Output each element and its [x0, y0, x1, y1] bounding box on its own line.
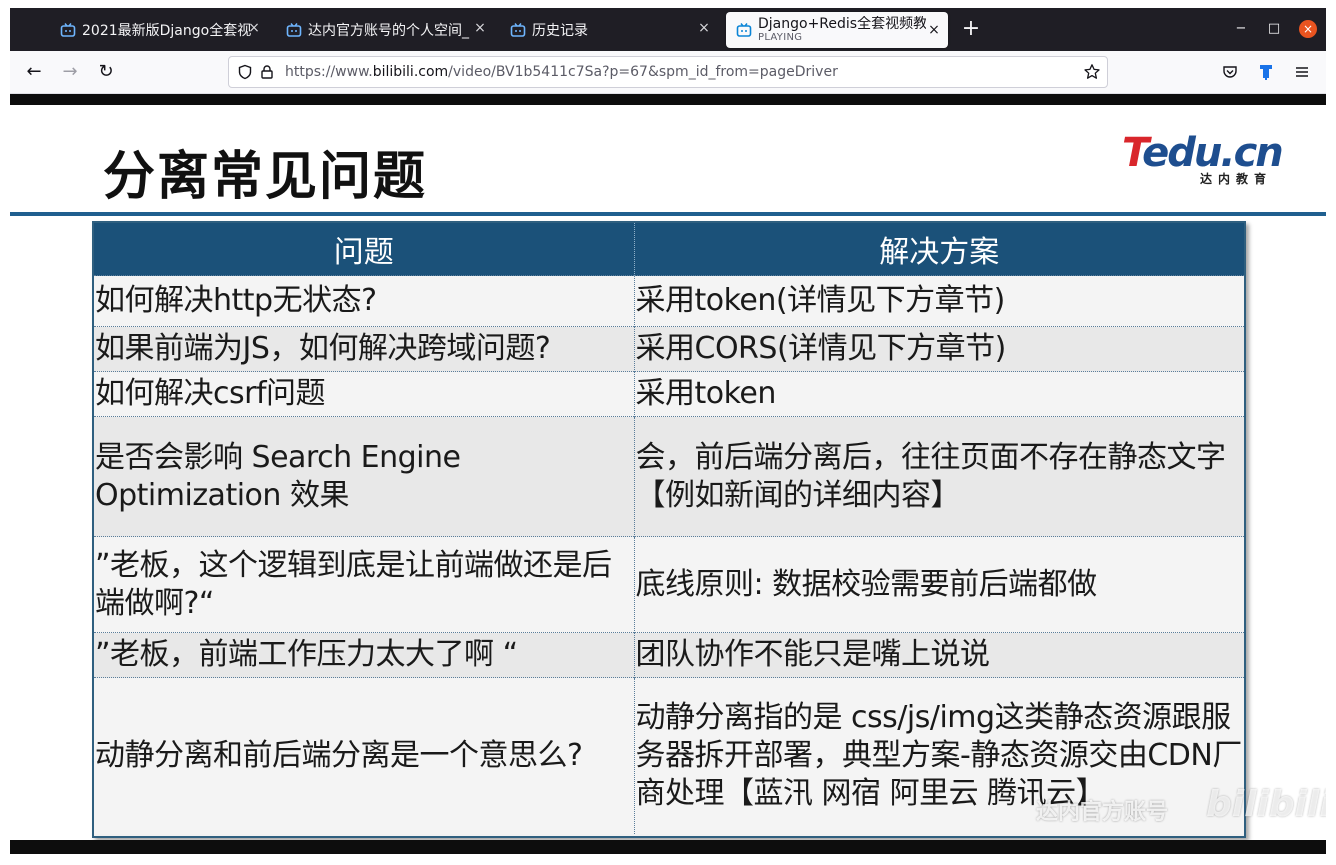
- slide-title: 分离常见问题: [103, 147, 428, 207]
- question-cell: ”老板，前端工作压力太大了啊 “: [94, 632, 635, 678]
- tab-label: 达内官方账号的个人空间_: [308, 23, 469, 39]
- navigation-toolbar: ← → ↻ https://www.bilibili.com/video/BV1…: [10, 51, 1326, 94]
- header-solution: 解决方案: [634, 223, 1244, 276]
- menu-hamburger-icon[interactable]: [1292, 62, 1312, 82]
- bookmark-star-icon[interactable]: [1083, 63, 1101, 81]
- logo-t: T: [1122, 130, 1144, 176]
- tab-django-course[interactable]: 2021最新版Django全套视 ×: [50, 14, 268, 46]
- tab-history[interactable]: 历史记录 ×: [500, 14, 718, 46]
- tab-close-icon[interactable]: ×: [472, 20, 488, 36]
- tab-label: 2021最新版Django全套视: [82, 23, 252, 39]
- tab-label: 历史记录: [532, 23, 588, 39]
- qa-table: 问题 解决方案 如何解决http无状态? 采用token(详情见下方章节) 如果…: [94, 223, 1244, 834]
- table-row: 如何解决csrf问题 采用token: [94, 371, 1244, 417]
- url-path: /video/BV1b5411c7Sa?p=67&spm_id_from=pag…: [448, 64, 838, 80]
- table-row: 如果前端为JS，如何解决跨域问题? 采用CORS(详情见下方章节): [94, 326, 1244, 372]
- question-cell: 如何解决csrf问题: [94, 371, 635, 417]
- tab-strip: 2021最新版Django全套视 × 达内官方账号的个人空间_ × 历史记录 ×…: [10, 8, 1326, 51]
- tab-label: Django+Redis全套视频教: [758, 16, 926, 32]
- answer-cell: 会，前后端分离后，往往页面不存在静态文字【例如新闻的详细内容】: [634, 416, 1244, 537]
- bilibili-tv-icon: [510, 23, 526, 37]
- question-cell: 如何解决http无状态?: [94, 275, 635, 327]
- qa-table-container: 问题 解决方案 如何解决http无状态? 采用token(详情见下方章节) 如果…: [92, 221, 1246, 838]
- answer-cell: 团队协作不能只是嘴上说说: [634, 632, 1244, 678]
- tab-close-icon[interactable]: ×: [246, 20, 262, 36]
- reload-button[interactable]: ↻: [96, 62, 116, 82]
- tab-personal-space[interactable]: 达内官方账号的个人空间_ ×: [276, 14, 494, 46]
- answer-cell: 采用token(详情见下方章节): [634, 275, 1244, 327]
- table-row: ”老板，前端工作压力太大了啊 “ 团队协作不能只是嘴上说说: [94, 632, 1244, 678]
- question-cell: ”老板，这个逻辑到底是让前端做还是后端做啊?“: [94, 536, 635, 633]
- answer-cell: 采用CORS(详情见下方章节): [634, 326, 1244, 372]
- lock-icon[interactable]: [257, 62, 277, 82]
- logo-subtitle: 达内教育: [1200, 172, 1273, 186]
- video-player[interactable]: 分离常见问题 Tedu.cn 达内教育 问题 解决方案 如何解决http无状态?…: [10, 94, 1326, 857]
- window-close-button[interactable]: ×: [1299, 20, 1317, 38]
- forward-button[interactable]: →: [60, 62, 80, 82]
- bilibili-tv-icon: [736, 23, 752, 37]
- minimize-button[interactable]: −: [1232, 20, 1250, 38]
- tab-close-icon[interactable]: ×: [926, 22, 942, 38]
- tab-title: Django+Redis全套视频教 PLAYING: [758, 16, 926, 44]
- back-button[interactable]: ←: [24, 62, 44, 82]
- bilibili-tv-icon: [286, 23, 302, 37]
- question-cell: 如果前端为JS，如何解决跨域问题?: [94, 326, 635, 372]
- answer-cell: 底线原则: 数据校验需要前后端都做: [634, 536, 1244, 633]
- table-row: 是否会影响 Search Engine Optimization 效果 会，前后…: [94, 416, 1244, 537]
- title-divider: [10, 212, 1326, 216]
- url-text[interactable]: https://www.bilibili.com/video/BV1b5411c…: [285, 64, 838, 80]
- tab-close-icon[interactable]: ×: [696, 20, 712, 36]
- tab-playing-indicator: PLAYING: [758, 32, 803, 43]
- bilibili-watermark: bilibili: [1206, 784, 1326, 825]
- table-row: 如何解决http无状态? 采用token(详情见下方章节): [94, 275, 1244, 327]
- uploader-watermark: 达内官方账号: [1036, 800, 1169, 825]
- extension-icon[interactable]: [1256, 62, 1276, 82]
- answer-cell: 采用token: [634, 371, 1244, 417]
- table-row: ”老板，这个逻辑到底是让前端做还是后端做啊?“ 底线原则: 数据校验需要前后端都…: [94, 536, 1244, 633]
- url-host: bilibili.com: [372, 64, 449, 80]
- tedu-logo: Tedu.cn 达内教育: [1122, 130, 1284, 186]
- new-tab-button[interactable]: +: [960, 18, 982, 40]
- address-bar[interactable]: https://www.bilibili.com/video/BV1b5411c…: [228, 56, 1108, 88]
- question-cell: 动静分离和前后端分离是一个意思么?: [94, 677, 635, 834]
- header-question: 问题: [94, 223, 635, 276]
- shield-icon[interactable]: [235, 62, 255, 82]
- video-letterbox-top: [10, 94, 1326, 105]
- maximize-button[interactable]: □: [1265, 20, 1283, 38]
- bilibili-tv-icon: [60, 23, 76, 37]
- url-prefix: https://www.: [285, 64, 373, 80]
- question-cell: 是否会影响 Search Engine Optimization 效果: [94, 416, 635, 537]
- pocket-icon[interactable]: [1220, 62, 1240, 82]
- video-letterbox-bottom: [10, 840, 1326, 854]
- table-header-row: 问题 解决方案: [94, 223, 1244, 276]
- tab-django-redis-active[interactable]: Django+Redis全套视频教 PLAYING ×: [726, 12, 948, 48]
